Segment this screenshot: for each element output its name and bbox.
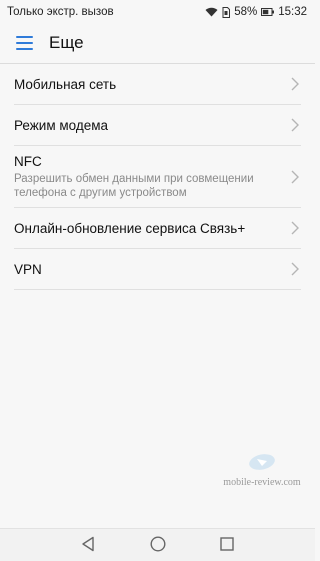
chevron-right-icon [291,221,299,240]
chevron-right-icon [291,170,299,189]
carrier-text: Только экстр. вызов [7,6,114,18]
list-item-vpn[interactable]: VPN [14,249,301,290]
clock: 15:32 [278,6,307,18]
item-label: Режим модема [14,117,109,133]
battery-icon [261,8,275,16]
navigation-bar [0,528,315,561]
list-item-online-update[interactable]: Онлайн-обновление сервиса Связь+ [14,208,301,249]
app-bar: Еще [0,24,315,62]
watermark: mobile-review.com [222,453,302,488]
wifi-icon [205,7,218,17]
item-label: NFC [14,154,42,169]
list-item-nfc[interactable]: NFC Разрешить обмен данными при совмещен… [14,146,301,208]
list-item-modem-mode[interactable]: Режим модема [14,105,301,146]
back-icon[interactable] [81,536,95,557]
watermark-text: mobile-review.com [223,477,301,488]
battery-percent: 58% [234,6,258,18]
sim-icon [222,6,231,18]
settings-list: Мобильная сеть Режим модема NFC Разрешит… [14,64,301,290]
list-item-mobile-network[interactable]: Мобильная сеть [14,64,301,105]
chevron-right-icon [291,118,299,137]
page-title: Еще [49,33,84,52]
item-label: VPN [14,261,42,277]
item-label: Мобильная сеть [14,76,117,92]
recents-icon[interactable] [220,536,234,557]
status-icons: 58% 15:32 [205,6,307,18]
item-label: Онлайн-обновление сервиса Связь+ [14,220,246,236]
home-icon[interactable] [150,536,166,557]
chevron-right-icon [291,77,299,96]
chevron-right-icon [291,262,299,281]
item-description: Разрешить обмен данными при совмещении т… [14,173,254,199]
status-bar: Только экстр. вызов 58% 15:32 [0,0,315,24]
menu-icon[interactable] [16,36,33,50]
watermark-logo-icon [247,454,277,475]
